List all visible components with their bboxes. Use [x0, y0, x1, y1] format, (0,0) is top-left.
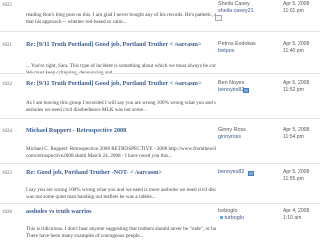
list-item[interactable]: 1022 Re: [9/11 Truth Portland] Good job,…	[0, 79, 320, 115]
message-number: 1024	[2, 129, 12, 134]
message-number: 1023	[2, 171, 12, 176]
message-date: Apr 4, 2008 1:10 am	[283, 208, 310, 221]
list-item[interactable]: 1025 reading Ron's blog post on this. I …	[0, 0, 320, 30]
message-excerpt: This is ridiculous. I don't hear anyone …	[26, 226, 216, 239]
message-date: Apr 5, 2008 11:55 pm	[283, 169, 310, 182]
message-excerpt: reading Ron's blog post on this. I am gl…	[26, 12, 216, 25]
message-excerpt: As I am leaving this group I recorded I …	[26, 100, 216, 113]
list-item[interactable]: 1021 Re: [9/11 Truth Portland] Good job,…	[0, 40, 320, 76]
message-title-link[interactable]: Michael Ruppert - Retrospective 2008	[26, 127, 216, 134]
list-item[interactable]: 1026 assholes vs truth warrios This is r…	[0, 207, 320, 241]
message-title-link[interactable]: Re: [9/11 Truth Portland] Good job, Port…	[26, 41, 216, 48]
message-feed: 1025 reading Ron's blog post on this. I …	[0, 0, 320, 241]
author-name: Ben Noyes	[218, 80, 245, 86]
author-name: Sheila Casey	[218, 1, 250, 7]
message-title-link[interactable]: Re: Good job, Portland Truther -NOT- < /…	[26, 169, 216, 176]
message-date: Apr 5, 2008 11:01 pm	[283, 1, 310, 14]
divider	[0, 73, 320, 74]
message-title-link[interactable]: Re: [9/11 Truth Portland] Good job, Port…	[26, 80, 216, 87]
message-date: Apr 5, 2008 11:40 pm	[283, 41, 310, 54]
author-box: Petros Evdokas tretpos	[218, 41, 278, 55]
divider	[0, 203, 320, 204]
author-handle[interactable]: sheila casey21	[218, 8, 278, 15]
message-number: 1026	[2, 210, 12, 215]
message-number: 1025	[2, 3, 12, 8]
message-date: Apr 5, 2008 11:52 pm	[283, 80, 310, 93]
divider	[0, 163, 320, 164]
message-excerpt: I say you are wrong 100% wrong what you …	[26, 187, 216, 200]
divider	[0, 118, 320, 119]
author-handle[interactable]: tretpos	[218, 48, 278, 55]
flag-icon	[248, 171, 254, 176]
flag-icon	[243, 88, 249, 93]
author-handle[interactable]: turboglo	[218, 215, 278, 222]
select-checkbox[interactable]	[215, 15, 222, 21]
message-number: 1022	[2, 82, 12, 87]
message-date: Apr 5, 2008 11:54 pm	[283, 127, 310, 140]
author-name: Ginny Ross	[218, 127, 246, 133]
user-icon	[220, 216, 223, 219]
author-box: Sheila Casey sheila casey21	[218, 1, 278, 15]
author-name: Petros Evdokas	[218, 41, 256, 47]
author-box: Ginny Ross ginnyross	[218, 127, 278, 141]
author-name: turboglo	[218, 208, 238, 214]
divider	[0, 31, 320, 32]
list-item[interactable]: 1023 Re: Good job, Portland Truther -NOT…	[0, 168, 320, 202]
message-title-link[interactable]: assholes vs truth warrios	[26, 208, 216, 215]
message-number: 1021	[2, 43, 12, 48]
author-handle[interactable]: ginnyross	[218, 134, 278, 141]
list-item[interactable]: 1024 Michael Ruppert - Retrospective 200…	[0, 126, 320, 160]
message-excerpt: ... You're right, Sara. This type of inc…	[26, 63, 216, 76]
author-box: turboglo turboglo	[218, 208, 278, 222]
message-excerpt: Michael C. Ruppert: Retrospective 2008 R…	[26, 146, 216, 159]
